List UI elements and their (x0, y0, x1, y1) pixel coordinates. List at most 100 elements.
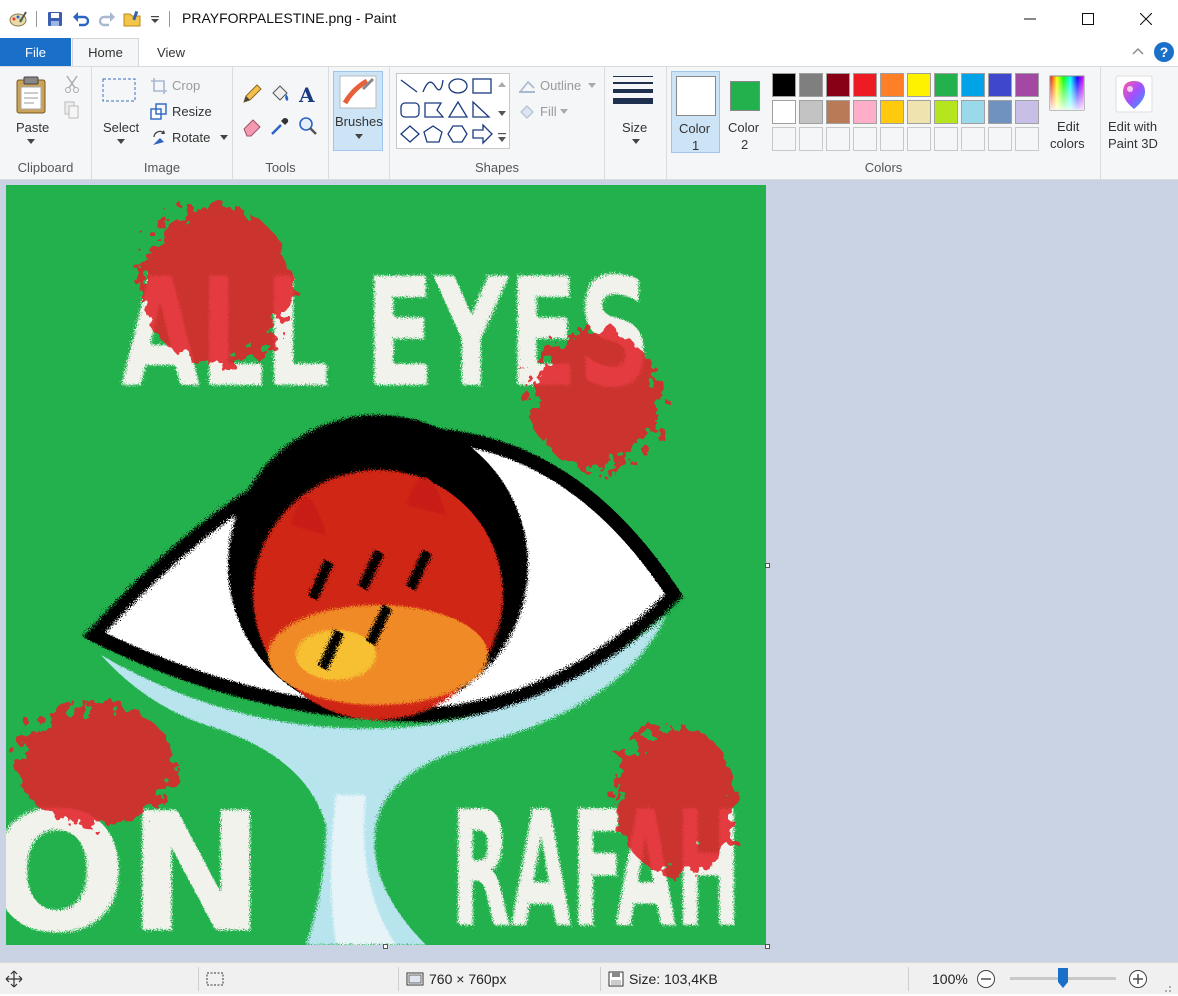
select-button[interactable]: Select (100, 75, 142, 155)
maximize-button[interactable] (1059, 0, 1117, 38)
zoom-slider-thumb[interactable] (1057, 967, 1069, 989)
help-button[interactable]: ? (1154, 42, 1174, 62)
palette-swatch[interactable] (880, 100, 904, 124)
eraser-tool[interactable] (241, 115, 263, 137)
image-dimensions-icon (406, 972, 424, 986)
close-button[interactable] (1117, 0, 1175, 38)
resize-handle-right[interactable] (765, 563, 770, 568)
palette-swatch[interactable] (853, 73, 877, 97)
palette-custom-slot[interactable] (853, 127, 877, 151)
fill-label: Fill (540, 104, 557, 119)
title-bar: PRAYFORPALESTINE.png - Paint (0, 0, 1178, 38)
selection-size (205, 963, 225, 995)
palette-custom-slot[interactable] (961, 127, 985, 151)
copy-icon (64, 101, 79, 119)
pencil-tool[interactable] (241, 83, 263, 105)
size-button[interactable]: Size (611, 73, 661, 153)
outline-label: Outline (540, 78, 582, 93)
palette-custom-slot[interactable] (799, 127, 823, 151)
cut-button[interactable] (64, 75, 80, 93)
zoom-in-button[interactable] (1128, 963, 1148, 995)
redo-icon[interactable] (97, 8, 117, 30)
paint3d-label-1: Edit with (1108, 119, 1158, 134)
tab-view[interactable]: View (140, 38, 202, 66)
palette-swatch[interactable] (799, 100, 823, 124)
palette-swatch[interactable] (853, 100, 877, 124)
palette-swatch[interactable] (988, 73, 1012, 97)
palette-swatch[interactable] (826, 73, 850, 97)
palette-swatch[interactable] (988, 100, 1012, 124)
file-size-text: Size: 103,4KB (629, 971, 718, 987)
select-label: Select (103, 120, 140, 135)
palette-custom-slot[interactable] (934, 127, 958, 151)
rotate-button[interactable]: Rotate (150, 129, 228, 147)
tab-file[interactable]: File (0, 38, 71, 66)
outline-button[interactable]: Outline (518, 77, 598, 95)
collapse-ribbon-icon[interactable] (1130, 44, 1146, 60)
palette-swatch[interactable] (1015, 100, 1039, 124)
text-tool[interactable]: A (297, 83, 319, 107)
palette-swatch[interactable] (907, 73, 931, 97)
tab-home[interactable]: Home (72, 38, 139, 66)
crop-button[interactable]: Crop (150, 77, 222, 95)
color-picker-tool[interactable] (269, 115, 291, 137)
palette-swatch[interactable] (934, 100, 958, 124)
status-separator (398, 967, 399, 991)
image-group-label: Image (143, 160, 181, 175)
palette-swatch[interactable] (826, 100, 850, 124)
resize-button[interactable]: Resize (150, 103, 222, 121)
palette-custom-slot[interactable] (880, 127, 904, 151)
brushes-button[interactable]: Brushes (333, 71, 383, 151)
canvas-workspace[interactable]: ALL EYES ON RAFAH (0, 180, 1178, 962)
palette-swatch[interactable] (961, 100, 985, 124)
drawing-canvas[interactable]: ALL EYES ON RAFAH (6, 185, 766, 945)
edit-colors-button[interactable]: Edit colors (1045, 73, 1095, 153)
edit-colors-label-2: colors (1050, 136, 1085, 151)
palette-custom-slot[interactable] (772, 127, 796, 151)
copy-button[interactable] (64, 101, 80, 119)
fill-button[interactable]: Fill (518, 103, 598, 121)
select-rectangle-icon (102, 78, 136, 102)
brush-icon (339, 75, 377, 109)
folder-icon[interactable] (123, 8, 143, 30)
status-separator (600, 967, 601, 991)
window-title: PRAYFORPALESTINE.png - Paint (182, 10, 397, 26)
palette-swatch[interactable] (961, 73, 985, 97)
palette-swatch[interactable] (772, 73, 796, 97)
shapes-gallery[interactable] (396, 73, 510, 149)
fill-tool[interactable] (269, 83, 291, 105)
palette-swatch[interactable] (907, 100, 931, 124)
color-spectrum-icon (1049, 75, 1085, 111)
brushes-group: Brushes (329, 67, 390, 179)
shapes-group: Outline Fill Shapes (390, 67, 605, 179)
palette-custom-slot[interactable] (826, 127, 850, 151)
edit-with-paint3d-button[interactable]: Edit with Paint 3D (1105, 73, 1163, 153)
palette-swatch[interactable] (772, 100, 796, 124)
all-eyes-on-rafah-artwork: ALL EYES ON RAFAH (6, 185, 766, 945)
qat-separator (169, 11, 170, 27)
minimize-button[interactable] (1001, 0, 1059, 38)
shapes-scroll[interactable] (496, 75, 508, 151)
undo-icon[interactable] (71, 8, 91, 30)
palette-swatch[interactable] (934, 73, 958, 97)
palette-swatch[interactable] (1015, 73, 1039, 97)
save-icon[interactable] (45, 8, 65, 30)
resize-handle-bottom[interactable] (383, 944, 388, 949)
palette-custom-slot[interactable] (988, 127, 1012, 151)
zoom-out-button[interactable] (976, 963, 996, 995)
color1-button[interactable]: Color 1 (671, 71, 720, 153)
palette-swatch[interactable] (880, 73, 904, 97)
paste-button[interactable]: Paste (14, 75, 52, 155)
outline-icon (519, 80, 535, 93)
color2-button[interactable]: Color 2 (725, 71, 765, 153)
palette-custom-slot[interactable] (907, 127, 931, 151)
customize-qat-icon[interactable] (149, 8, 161, 30)
resize-handle-corner[interactable] (765, 944, 770, 949)
magnifier-tool[interactable] (297, 115, 319, 137)
paint3d-icon (1115, 75, 1153, 113)
palette-swatch[interactable] (799, 73, 823, 97)
paint-app-icon[interactable] (8, 8, 28, 30)
palette-custom-slot[interactable] (1015, 127, 1039, 151)
resize-grip-icon[interactable] (1158, 981, 1172, 993)
line-width-icon (613, 76, 653, 104)
